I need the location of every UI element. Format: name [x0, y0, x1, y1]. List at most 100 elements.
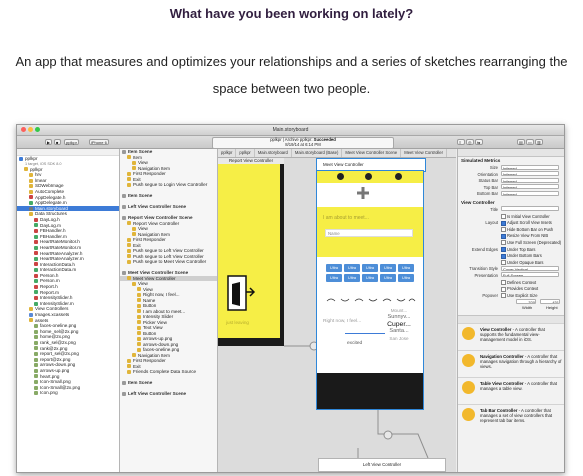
stop-button[interactable]: ■	[54, 139, 61, 145]
metric-select[interactable]: Inferred	[501, 184, 559, 190]
storyboard-canvas[interactable]: Report View Controller just leaving Meet…	[218, 158, 456, 472]
assistant-editor-button[interactable]: ◎	[466, 139, 474, 145]
navigator-file-label: IntensitySlider.h	[40, 295, 73, 301]
left-vc-scene[interactable]: Left View Controller	[318, 458, 446, 472]
metric-select[interactable]: Inferred	[501, 190, 559, 196]
controller-icon	[462, 407, 475, 421]
metric-row: Orientation Inferred	[458, 171, 564, 178]
library-item[interactable]: Table View Controller - A controller tha…	[458, 376, 564, 404]
option-checkbox[interactable]: Under Opaque Bars	[501, 260, 543, 266]
library-item[interactable]: View Controller - A controller that supp…	[458, 322, 564, 350]
file-icon	[34, 228, 38, 233]
controller-icon	[462, 326, 475, 340]
home-icon[interactable]	[337, 173, 344, 180]
metric-select[interactable]: Inferred	[501, 171, 559, 177]
emotion-button[interactable]: Ultra	[326, 274, 342, 282]
emotion-button[interactable]: Ultra	[380, 274, 396, 282]
jump-item[interactable]: Main.storyboard (Base)	[292, 149, 343, 157]
destination-selector[interactable]: iPhone 6	[89, 139, 109, 145]
library-item[interactable]: Tab Bar Controller - A controller that m…	[458, 403, 564, 431]
outline-row-label: Right now, I feel...	[143, 292, 180, 297]
navigator-file-label: Data Structures	[35, 211, 67, 217]
metric-label: Orientation	[477, 171, 498, 177]
transition-select[interactable]: Cover Vertical	[501, 265, 559, 271]
emotion-button[interactable]: Ultra	[380, 264, 396, 272]
scene-icon	[122, 391, 126, 396]
option-checkbox[interactable]: Provides Context	[501, 286, 538, 292]
jump-item[interactable]: pplkpr	[218, 149, 237, 157]
extend-edges-options: Extend Edges Under Top Bars Under Bottom B…	[458, 246, 564, 266]
popover-checkbox[interactable]: Use Explicit Size	[501, 293, 538, 299]
emotion-button[interactable]: Ultra	[398, 264, 414, 272]
add-person-icon[interactable]	[357, 187, 369, 199]
standard-editor-button[interactable]: ≡	[457, 139, 465, 145]
meet-scene[interactable]: I am about to meet... Name Ultra Ultra Ult…	[316, 170, 424, 410]
jump-item[interactable]: Main.storyboard	[255, 149, 292, 157]
emotion-button[interactable]: Ultra	[326, 264, 342, 272]
library-item-text: Navigation Controller - A controller tha…	[480, 354, 562, 370]
option-checkbox[interactable]: Adjust Scroll View Insets	[501, 220, 552, 226]
navigator-file-row[interactable]: Icon.png	[17, 390, 119, 396]
object-icon	[127, 177, 131, 182]
transition-label: Transition Style	[469, 266, 498, 272]
emotion-button[interactable]: Ultra	[344, 274, 360, 282]
metric-select[interactable]: Inferred	[501, 164, 559, 170]
name-field[interactable]: Name	[325, 229, 413, 237]
scene-icon	[122, 380, 126, 385]
navigator-file-label: AutoComplete	[35, 188, 65, 194]
presentation-select[interactable]: Full Screen	[501, 272, 559, 278]
attributes-inspector: Simulated Metrics Size Inferred Orientatio…	[457, 149, 564, 472]
checkbox-row: Extend Edges Under Top Bars	[458, 246, 564, 253]
jump-item[interactable]: Meet View Controller	[401, 149, 447, 157]
emotion-button[interactable]: Ultra	[344, 264, 360, 272]
option-checkbox[interactable]: Use Full Screen (Deprecated)	[501, 240, 561, 246]
jump-item[interactable]: pplkpr	[236, 149, 255, 157]
option-checkbox[interactable]: Resize View From NIB	[501, 233, 548, 239]
library-item[interactable]: Navigation Controller - A controller tha…	[458, 349, 564, 377]
emotion-button[interactable]: Ultra	[398, 274, 414, 282]
file-icon	[29, 178, 33, 183]
option-checkbox[interactable]: Under Top Bars	[501, 247, 535, 252]
file-icon	[29, 195, 33, 200]
scene-icon	[122, 215, 126, 220]
title-field[interactable]	[501, 206, 559, 212]
width-field[interactable]: 320	[516, 298, 536, 304]
outline-row[interactable]: Push segue to Meet View Controller	[120, 259, 217, 265]
outline-row-label: Push segue to Login View Controller	[133, 182, 208, 187]
height-field[interactable]: 431	[540, 298, 560, 304]
navigator-file-list: pplkpr 1 target, iOS SDK 8.0 pplkpr hrv lmea…	[17, 156, 119, 396]
utilities-toggle-button[interactable]: ▥	[535, 139, 543, 145]
navigator-file-label: Images.xcassets	[35, 312, 70, 318]
version-editor-button[interactable]: ⇆	[475, 139, 483, 145]
option-checkbox[interactable]: Hide Bottom Bar on Push	[501, 227, 553, 233]
report-scene[interactable]: Report View Controller just leaving	[218, 158, 284, 346]
context-options: Defines Context Provides Context	[458, 279, 564, 292]
run-button[interactable]: ▶	[45, 139, 52, 145]
navigator-file-label: FBHandler.m	[40, 233, 67, 239]
navigator-file-label: HeartRateAnalyzer.m	[40, 256, 84, 262]
xcode-window: Main.storyboard ▶ ■ pplkpr iPhone 6 pplk…	[16, 124, 565, 473]
jump-item[interactable]: Meet View Controller Scene	[342, 149, 402, 157]
width-label: Width	[522, 304, 533, 310]
outline-scene-row[interactable]: Left View Controller Scene	[120, 391, 217, 397]
outline-row[interactable]: Push segue to Login View Controller	[120, 182, 217, 188]
navigator-toggle-button[interactable]: ▤	[517, 139, 525, 145]
heart-icon[interactable]	[365, 173, 372, 180]
scheme-selector[interactable]: pplkpr	[64, 139, 79, 145]
navigator-file-label: Icon.png	[40, 390, 58, 396]
option-checkbox[interactable]: Defines Context	[501, 280, 536, 285]
initial-vc-checkbox[interactable]: Is Initial View Controller	[501, 214, 550, 219]
controller-icon	[462, 353, 475, 367]
file-icon	[34, 363, 38, 368]
emotion-button[interactable]: Ultra	[362, 264, 378, 272]
scene-icon	[122, 270, 126, 275]
metric-select[interactable]: Inferred	[501, 177, 559, 183]
door-exit-icon[interactable]	[226, 274, 256, 314]
rank-icon[interactable]	[395, 173, 402, 180]
toolbar: ▶ ■ pplkpr iPhone 6 pplkpr | Archive ppl…	[17, 136, 564, 149]
file-icon	[34, 351, 38, 356]
city-picker[interactable]: Mount... Sunnyv... Cuper... Santa... San…	[377, 307, 421, 342]
emotion-button[interactable]: Ultra	[362, 274, 378, 282]
option-checkbox[interactable]: Under Bottom Bars	[501, 253, 542, 259]
debug-toggle-button[interactable]: ▭	[526, 139, 534, 145]
